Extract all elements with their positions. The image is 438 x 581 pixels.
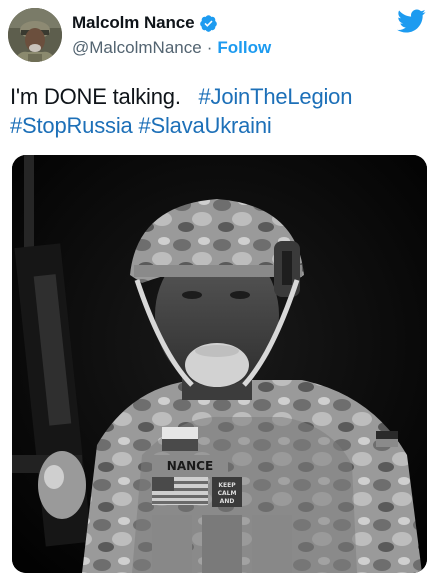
name-tape-text: NANCE [167,459,213,473]
avatar[interactable] [8,8,62,62]
verified-badge-icon [199,14,218,33]
tweet-embed: Malcolm Nance @MalcolmNance · Follow I'm… [0,0,438,581]
patch-line1: KEEP [218,482,236,489]
hashtag-stop-russia[interactable]: #StopRussia [10,113,133,138]
author-display-name[interactable]: Malcolm Nance [72,13,195,33]
hashtag-join-the-legion[interactable]: #JoinTheLegion [198,84,352,109]
tweet-text: I'm DONE talking. #JoinTheLegion #StopRu… [10,82,430,140]
author-handle-row: @MalcolmNance · Follow [72,38,271,58]
author-name-row[interactable]: Malcolm Nance [72,13,218,33]
author-handle[interactable]: @MalcolmNance [72,38,202,58]
tweet-photo[interactable]: NANCE KEEP CALM AND [12,155,427,573]
twitter-bird-icon[interactable] [396,8,426,34]
separator-dot: · [206,38,213,57]
hashtag-slava-ukraini[interactable]: #SlavaUkraini [138,113,271,138]
patch-line2: CALM [218,490,237,497]
tweet-body-text: I'm DONE talking. [10,84,181,109]
follow-link[interactable]: Follow [217,38,271,58]
patch-line3: AND [220,498,235,505]
